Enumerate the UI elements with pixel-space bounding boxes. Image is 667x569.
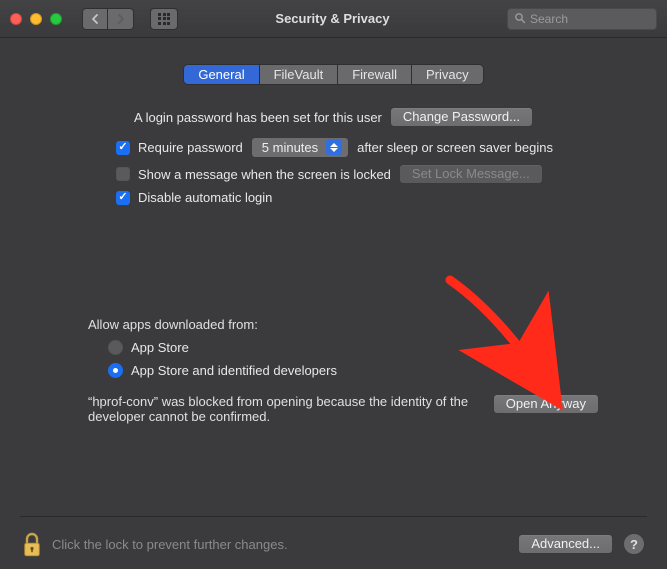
show-all-button[interactable] bbox=[150, 8, 178, 30]
general-panel: A login password has been set for this u… bbox=[0, 107, 667, 424]
help-button[interactable]: ? bbox=[623, 533, 645, 555]
zoom-icon[interactable] bbox=[50, 13, 62, 25]
tab-filevault[interactable]: FileVault bbox=[260, 65, 339, 84]
password-delay-select[interactable]: 5 minutes bbox=[251, 137, 349, 158]
radio-app-store-label: App Store bbox=[131, 340, 189, 355]
advanced-button[interactable]: Advanced... bbox=[518, 534, 613, 554]
lock-icon[interactable] bbox=[22, 532, 40, 556]
radio-app-store[interactable] bbox=[108, 340, 123, 355]
tab-general[interactable]: General bbox=[184, 65, 259, 84]
forward-button[interactable] bbox=[108, 8, 134, 30]
close-icon[interactable] bbox=[10, 13, 22, 25]
tab-firewall[interactable]: Firewall bbox=[338, 65, 412, 84]
change-password-button[interactable]: Change Password... bbox=[390, 107, 533, 127]
minimize-icon[interactable] bbox=[30, 13, 42, 25]
search-input[interactable] bbox=[530, 12, 650, 26]
stepper-icon bbox=[326, 139, 342, 155]
search-icon bbox=[514, 12, 526, 27]
footer: Click the lock to prevent further change… bbox=[0, 519, 667, 569]
search-field[interactable] bbox=[507, 8, 657, 30]
password-set-text: A login password has been set for this u… bbox=[134, 110, 382, 125]
disable-auto-login-checkbox[interactable] bbox=[116, 191, 130, 205]
disable-auto-login-label: Disable automatic login bbox=[138, 190, 272, 205]
open-anyway-button[interactable]: Open Anyway bbox=[493, 394, 599, 414]
require-password-label: Require password bbox=[138, 140, 243, 155]
password-delay-value: 5 minutes bbox=[262, 140, 318, 155]
radio-identified-developers[interactable] bbox=[108, 363, 123, 378]
tab-bar: General FileVault Firewall Privacy bbox=[0, 64, 667, 85]
require-password-checkbox[interactable] bbox=[116, 141, 130, 155]
grid-icon bbox=[158, 13, 170, 25]
show-message-label: Show a message when the screen is locked bbox=[138, 167, 391, 182]
tab-privacy[interactable]: Privacy bbox=[412, 65, 483, 84]
blocked-app-message: “hprof-conv” was blocked from opening be… bbox=[88, 394, 473, 424]
set-lock-message-button: Set Lock Message... bbox=[399, 164, 543, 184]
radio-identified-developers-label: App Store and identified developers bbox=[131, 363, 337, 378]
footer-divider bbox=[20, 516, 647, 517]
lock-text: Click the lock to prevent further change… bbox=[52, 537, 288, 552]
show-message-checkbox[interactable] bbox=[116, 167, 130, 181]
window-title: Security & Privacy bbox=[188, 11, 497, 26]
allow-apps-header: Allow apps downloaded from: bbox=[88, 317, 599, 332]
nav-buttons bbox=[82, 8, 134, 30]
titlebar: Security & Privacy bbox=[0, 0, 667, 38]
back-button[interactable] bbox=[82, 8, 108, 30]
after-sleep-text: after sleep or screen saver begins bbox=[357, 140, 553, 155]
window-controls bbox=[10, 13, 62, 25]
